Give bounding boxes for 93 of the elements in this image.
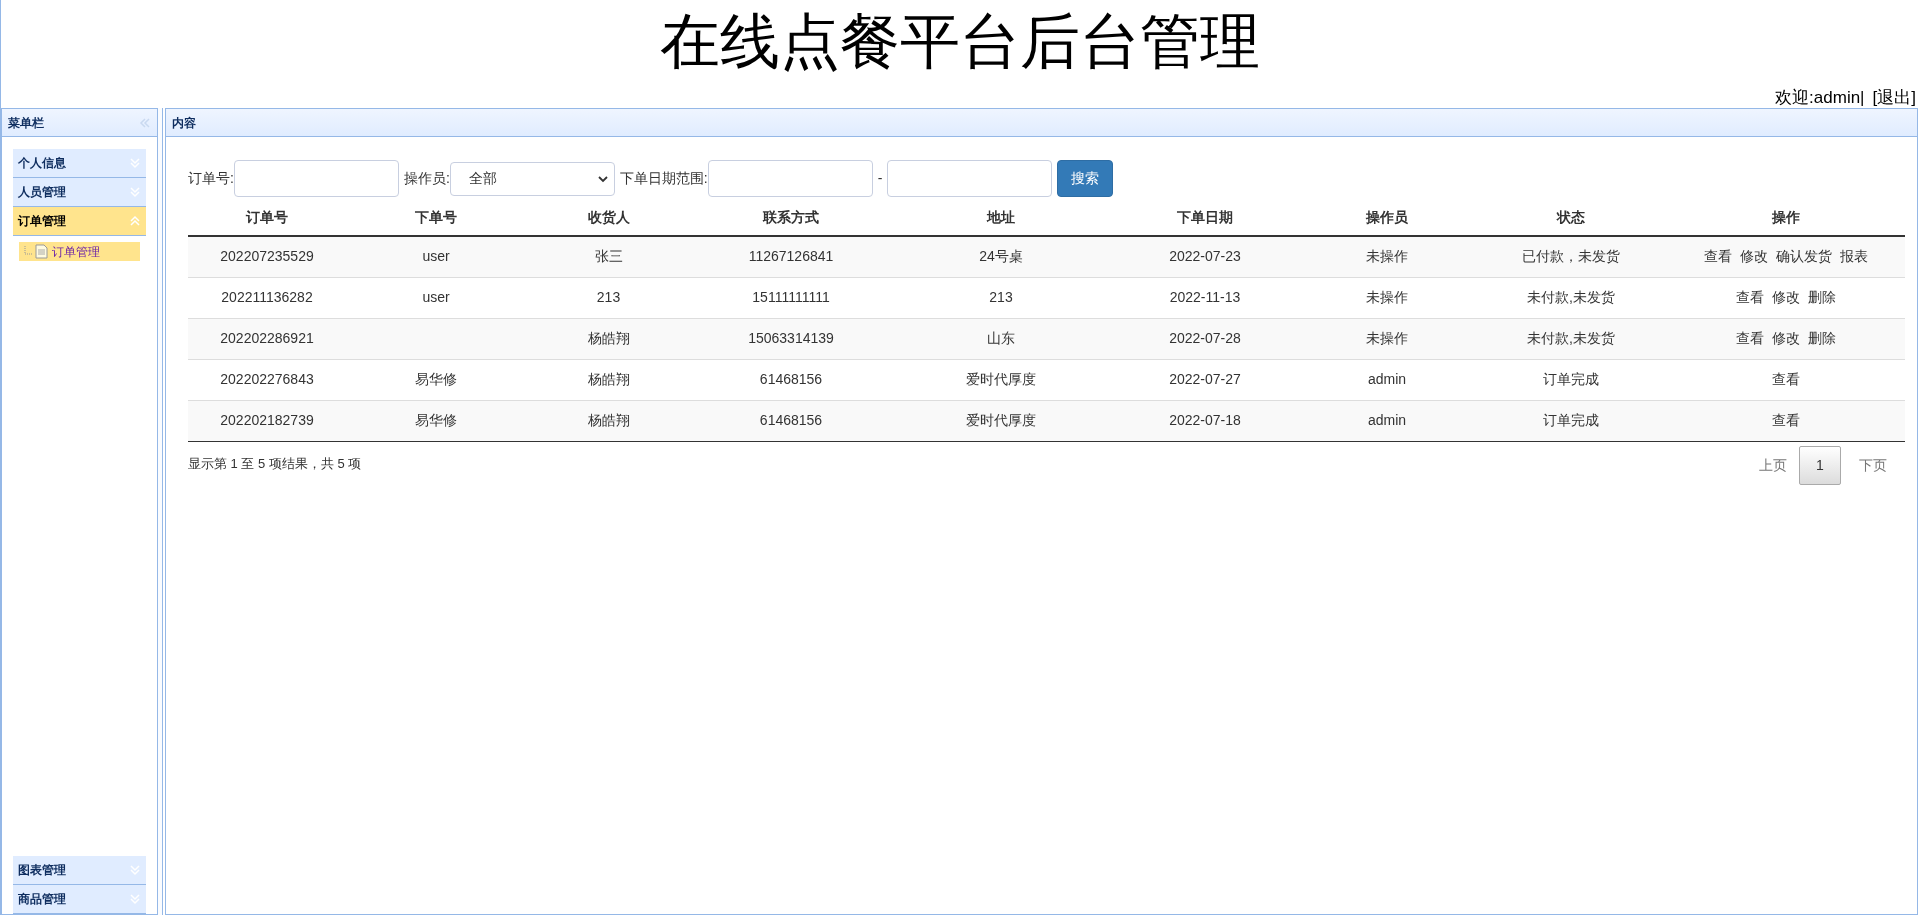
table-cell: 2022-07-27 [1111, 359, 1299, 400]
table-cell: 202202286921 [188, 318, 346, 359]
action-link[interactable]: 修改 [1772, 328, 1800, 349]
table-cell: 24号桌 [891, 236, 1111, 277]
order-number-label: 订单号: [188, 169, 234, 188]
action-link[interactable]: 修改 [1772, 287, 1800, 308]
tree-item[interactable]: 订单管理 [19, 242, 141, 261]
date-range-label: 下单日期范围: [619, 169, 708, 188]
action-link[interactable]: 修改 [1740, 246, 1768, 268]
table-cell: 213 [891, 277, 1111, 318]
table-cell: 山东 [891, 318, 1111, 359]
column-header: 状态 [1475, 199, 1667, 236]
welcome-text: 欢迎:admin| [1775, 88, 1865, 108]
previous-page-link[interactable]: 上页 [1747, 454, 1799, 476]
date-separator: - [877, 169, 883, 188]
table-cell: 2022-11-13 [1111, 277, 1299, 318]
accordion-header[interactable]: 商品管理 [13, 885, 147, 914]
accordion-header[interactable]: 个人信息 [13, 149, 147, 178]
operator-select[interactable]: 全部 [449, 161, 615, 196]
table-cell: 订单完成 [1475, 400, 1667, 441]
table-cell: 未操作 [1299, 318, 1475, 359]
tree-line-icon [23, 245, 33, 258]
column-header: 联系方式 [691, 199, 891, 236]
expand-icon [129, 157, 142, 169]
table-cell: 杨皓翔 [526, 400, 691, 441]
operator-label: 操作员: [403, 169, 450, 188]
table-cell: 61468156 [691, 359, 891, 400]
table-cell: user [346, 236, 526, 277]
order-number-field[interactable] [233, 160, 399, 197]
action-link[interactable]: 查看 [1772, 369, 1800, 390]
column-header: 操作 [1667, 199, 1905, 236]
column-header: 下单日期 [1111, 199, 1299, 236]
table-cell: admin [1299, 359, 1475, 400]
table-cell: 213 [526, 277, 691, 318]
column-header: 订单号 [188, 199, 346, 236]
action-link[interactable]: 查看 [1736, 287, 1764, 308]
action-link[interactable]: 查看 [1772, 410, 1800, 431]
collapse-icon[interactable] [139, 116, 152, 129]
expand-icon [129, 186, 142, 198]
action-link[interactable]: 删除 [1808, 287, 1836, 308]
table-cell: 11267126841 [691, 236, 891, 277]
document-icon [35, 244, 48, 259]
table-cell: admin [1299, 400, 1475, 441]
accordion-header[interactable]: 订单管理 [13, 207, 147, 236]
end-date-field[interactable] [887, 160, 1053, 197]
panel-title: 内容 [172, 114, 196, 132]
action-link[interactable]: 删除 [1808, 328, 1836, 349]
table-cell: 未操作 [1299, 236, 1475, 277]
column-header: 下单号 [346, 199, 526, 236]
table-cell: 爱时代厚度 [891, 359, 1111, 400]
table-cell: 202202276843 [188, 359, 346, 400]
caret-icon [597, 174, 608, 183]
table-cell: 未操作 [1299, 277, 1475, 318]
page-button[interactable]: 1 [1799, 445, 1841, 485]
table-cell: 2022-07-23 [1111, 236, 1299, 277]
start-date-field[interactable] [707, 160, 873, 197]
table-cell: 202211136282 [188, 277, 346, 318]
results-summary: 显示第 1 至 5 项结果，共 5 项 [188, 454, 362, 473]
table-cell: 易华修 [346, 359, 526, 400]
sidebar-title: 菜单栏 [8, 114, 44, 132]
action-link[interactable]: 确认发货 [1776, 246, 1832, 268]
table-cell: 15111111111 [691, 277, 891, 318]
logout-link[interactable]: [退出] [1872, 88, 1916, 108]
table-cell: 15063314139 [691, 318, 891, 359]
column-header: 操作员 [1299, 199, 1475, 236]
table-cell: 2022-07-28 [1111, 318, 1299, 359]
expand-icon [129, 893, 142, 905]
expand-icon [129, 864, 142, 876]
next-page-link[interactable]: 下页 [1841, 454, 1905, 476]
table-cell: 易华修 [346, 400, 526, 441]
action-link[interactable]: 查看 [1704, 246, 1732, 268]
column-header: 收货人 [526, 199, 691, 236]
table-cell: 61468156 [691, 400, 891, 441]
table-cell: 2022-07-18 [1111, 400, 1299, 441]
table-cell: 已付款，未发货 [1475, 236, 1667, 277]
table-cell: 爱时代厚度 [891, 400, 1111, 441]
accordion-header[interactable]: 图表管理 [13, 856, 147, 885]
action-link[interactable]: 查看 [1736, 328, 1764, 349]
table-cell: user [346, 277, 526, 318]
search-button[interactable]: 搜索 [1057, 160, 1114, 197]
table-cell: 张三 [526, 236, 691, 277]
table-cell: 杨皓翔 [526, 318, 691, 359]
action-link[interactable]: 报表 [1840, 246, 1868, 268]
table-cell: 未付款,未发货 [1475, 277, 1667, 318]
table-cell: 杨皓翔 [526, 359, 691, 400]
table-cell: 202202182739 [188, 400, 346, 441]
table-cell: 202207235529 [188, 236, 346, 277]
accordion-header[interactable]: 人员管理 [13, 178, 147, 207]
column-header: 地址 [891, 199, 1111, 236]
table-cell: 订单完成 [1475, 359, 1667, 400]
collapse-icon [129, 215, 142, 227]
table-cell: 未付款,未发货 [1475, 318, 1667, 359]
page-title: 在线点餐平台后台管理 [659, 7, 1260, 77]
